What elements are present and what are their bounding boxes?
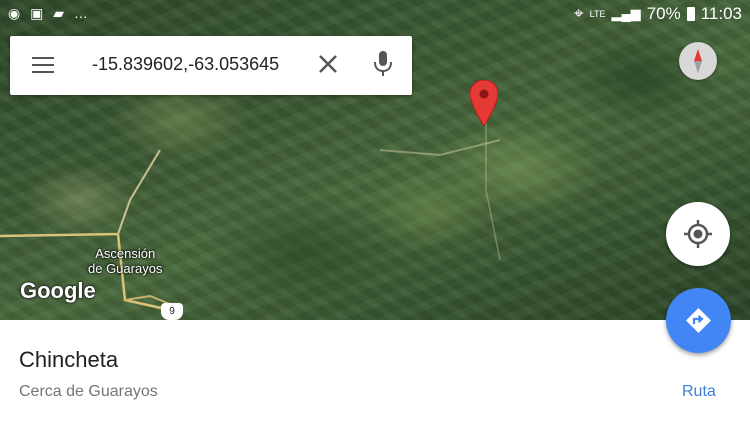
image-icon: ▣	[30, 5, 47, 21]
town-label-line2: de Guarayos	[88, 261, 163, 276]
place-title: Chincheta	[19, 347, 119, 372]
directions-icon	[686, 308, 711, 333]
place-subtitle: Cerca de Guarayos	[19, 383, 158, 400]
directions-button[interactable]	[666, 288, 731, 353]
battery-percent: 70%	[646, 4, 681, 23]
close-icon[interactable]	[316, 52, 340, 76]
search-input[interactable]	[92, 54, 302, 75]
microphone-icon[interactable]	[372, 50, 394, 78]
message-icon: ▰	[53, 5, 68, 21]
town-label: Ascensión de Guarayos	[88, 246, 162, 276]
my-location-icon	[684, 220, 712, 248]
status-bar: ◉ ▣ ▰ … ⌖ LTE ▂▄▆ 70% 11:03	[0, 0, 750, 30]
notification-icons: ◉ ▣ ▰ …	[8, 5, 91, 22]
more-notifications-icon: …	[73, 5, 91, 21]
my-location-button[interactable]	[666, 202, 730, 266]
location-icon: ⌖	[574, 4, 584, 23]
map-pin-icon[interactable]	[470, 80, 498, 126]
signal-icon: ▂▄▆	[611, 6, 641, 21]
search-bar	[10, 36, 412, 95]
route-shield: 9	[161, 303, 183, 320]
clock: 11:03	[700, 4, 742, 23]
battery-icon	[686, 7, 695, 21]
google-logo: Google	[20, 278, 96, 303]
town-label-line1: Ascensión	[95, 246, 156, 261]
menu-icon[interactable]	[32, 57, 54, 73]
network-label: LTE	[589, 8, 606, 19]
compass-icon	[694, 49, 702, 73]
route-label[interactable]: Ruta	[682, 383, 716, 401]
compass-button[interactable]	[679, 42, 717, 80]
whatsapp-icon: ◉	[8, 5, 24, 21]
place-sheet[interactable]: Chincheta Cerca de Guarayos Ruta	[0, 320, 750, 422]
